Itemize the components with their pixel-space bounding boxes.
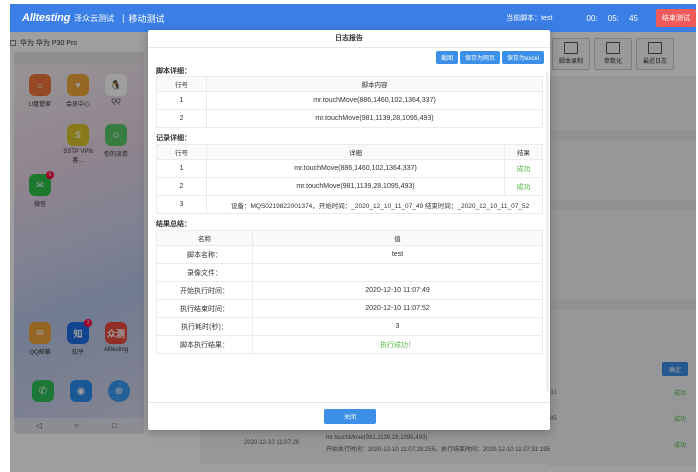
brand-name: 泽众云测试: [74, 13, 115, 23]
summary-row-value: 执行成功！: [252, 335, 543, 354]
top-bar: Alltesting 泽众云测试 | 移动测试 当前脚本：test 00: 05…: [10, 4, 696, 32]
current-script-label: 当前脚本：test: [506, 15, 553, 22]
table-row: 执行结束时间： 2020-12-10 11:07:52: [156, 299, 543, 318]
table-row: 1 mr.touchMove(886,1460,102,1364,337) 成功: [156, 159, 543, 178]
record-row-no: 1: [156, 159, 207, 178]
record-row-no: 2: [156, 177, 207, 196]
script-header-no: 行号: [156, 76, 207, 92]
script-row-content: mr.touchMove(981,1139,28,1095,493): [206, 109, 543, 128]
summary-row-name: 脚本名称：: [156, 245, 253, 264]
record-header-no: 行号: [156, 144, 207, 160]
record-row-result: 成功: [504, 159, 543, 178]
summary-row-name: 开始执行时间：: [156, 281, 253, 300]
screenshot-button[interactable]: 截图: [435, 51, 458, 64]
summary-header-name: 名称: [156, 230, 253, 246]
summary-row-value: 3: [252, 317, 543, 336]
table-row: 执行耗时(秒)： 3: [156, 317, 543, 336]
summary-row-value: 2020-12-10 11:07:52: [252, 299, 543, 318]
record-section-title: 记录详细：: [156, 135, 191, 142]
app-root: Alltesting 泽众云测试 | 移动测试 当前脚本：test 00: 05…: [0, 0, 698, 472]
record-row-no: 3: [156, 195, 207, 214]
close-button[interactable]: 关闭: [324, 409, 376, 424]
table-row: 3 设备：MQS0219822001374，开始时间：_2020_12_10_1…: [156, 195, 543, 214]
summary-row-name: 执行结束时间：: [156, 299, 253, 318]
brand-separator: |: [122, 13, 125, 23]
table-row: 2 mr.touchMove(981,1139,28,1095,493) 成功: [156, 177, 543, 196]
script-row-no: 1: [156, 91, 207, 110]
table-row: 2 mr.touchMove(981,1139,28,1095,493): [156, 109, 543, 128]
script-row-content: mr.touchMove(886,1460,102,1364,337): [206, 91, 543, 110]
summary-row-value: 2020-12-10 11:07:49: [252, 281, 543, 300]
record-row-detail: mr.touchMove(981,1139,28,1095,493): [206, 177, 505, 196]
summary-row-name: 执行耗时(秒)：: [156, 317, 253, 336]
summary-table: 名称 值 脚本名称： test 录像文件： 开始执行时间： 2020-12-10…: [156, 230, 543, 354]
record-header-result: 结果: [504, 144, 543, 160]
summary-header-value: 值: [252, 230, 543, 246]
record-row-detail: 设备：MQS0219822001374，开始时间：_2020_12_10_11_…: [206, 195, 543, 214]
modal-title: 日志报告: [148, 30, 550, 48]
table-row: 1 mr.touchMove(886,1460,102,1364,337): [156, 91, 543, 110]
table-row: 开始执行时间： 2020-12-10 11:07:49: [156, 281, 543, 300]
brand-logo: Alltesting: [22, 12, 71, 24]
table-row: 录像文件：: [156, 263, 543, 282]
summary-row-name: 录像文件：: [156, 263, 253, 282]
modal-scrollbar[interactable]: [546, 72, 549, 392]
summary-section-title: 结果总结：: [156, 221, 191, 228]
table-row: 脚本执行结果： 执行成功！: [156, 335, 543, 354]
record-header-detail: 详细: [206, 144, 505, 160]
summary-row-value: [252, 263, 543, 282]
modal-actions: 截图 保存为网页 保存为excel: [435, 51, 544, 64]
table-row: 脚本名称： test: [156, 245, 543, 264]
record-table: 行号 详细 结果 1 mr.touchMove(886,1460,102,136…: [156, 144, 543, 214]
script-header-content: 脚本内容: [206, 76, 543, 92]
end-test-button[interactable]: 结束测试: [656, 9, 696, 27]
summary-row-value: test: [252, 245, 543, 264]
modal-footer-divider: [148, 402, 550, 403]
script-row-no: 2: [156, 109, 207, 128]
save-web-button[interactable]: 保存为网页: [459, 51, 500, 64]
log-report-modal: 日志报告 截图 保存为网页 保存为excel 脚本详细： 行号 脚本内容 1 m…: [148, 30, 550, 430]
session-timer: 00: 05: 45: [586, 13, 638, 23]
save-excel-button[interactable]: 保存为excel: [501, 51, 544, 64]
script-table: 行号 脚本内容 1 mr.touchMove(886,1460,102,1364…: [156, 76, 543, 128]
summary-row-name: 脚本执行结果：: [156, 335, 253, 354]
module-title: 移动测试: [128, 13, 165, 24]
record-row-detail: mr.touchMove(886,1460,102,1364,337): [206, 159, 505, 178]
top-right-group: 当前脚本：test 00: 05: 45 结束测试: [506, 4, 696, 32]
record-row-result: 成功: [504, 177, 543, 196]
script-section-title: 脚本详细：: [156, 68, 191, 75]
